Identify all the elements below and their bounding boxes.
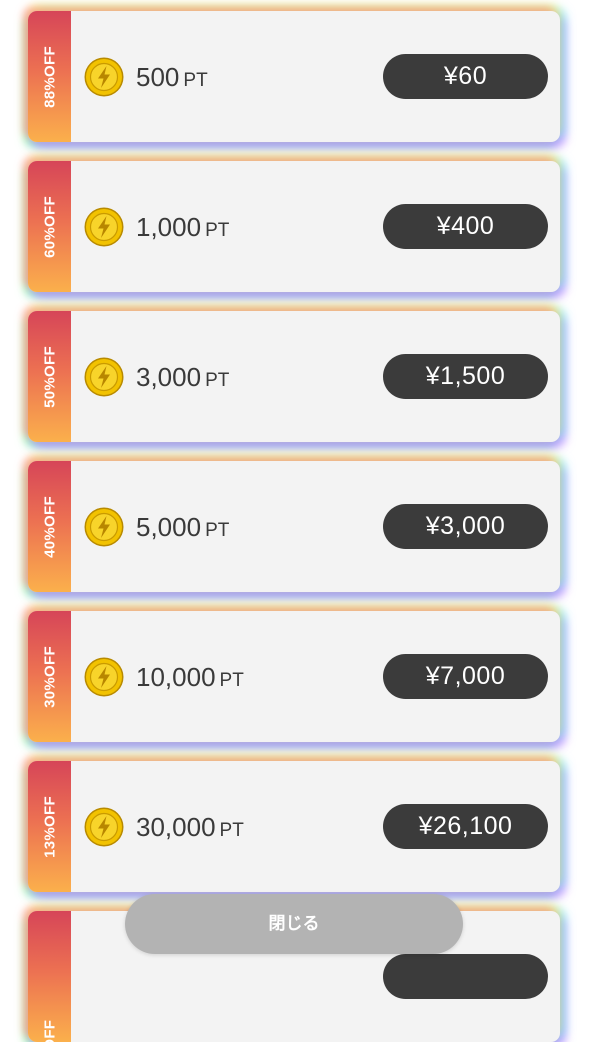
lightning-coin-icon: [84, 57, 124, 97]
lightning-coin-icon: [84, 357, 124, 397]
point-unit: PT: [205, 220, 230, 241]
point-value: 30,000: [136, 812, 216, 842]
point-unit: PT: [219, 820, 244, 841]
lightning-coin-icon: [84, 657, 124, 697]
discount-label: 40%OFF: [41, 495, 58, 558]
price-button[interactable]: ¥26,100: [383, 804, 548, 849]
point-amount: 30,000 PT: [136, 807, 244, 847]
point-unit: PT: [219, 670, 244, 691]
point-unit: PT: [205, 370, 230, 391]
lightning-coin-icon: [84, 807, 124, 847]
point-value: 500: [136, 62, 180, 92]
price-button[interactable]: ¥1,500: [383, 354, 548, 399]
point-value: 1,000: [136, 212, 202, 242]
close-button[interactable]: 閉じる: [125, 894, 463, 954]
point-unit: PT: [183, 70, 208, 91]
point-value: 3,000: [136, 362, 202, 392]
lightning-coin-icon: [84, 507, 124, 547]
price-button[interactable]: ¥400: [383, 204, 548, 249]
discount-label: 13%OFF: [41, 795, 58, 858]
discount-badge: 30%OFF: [28, 611, 71, 742]
point-package-card: 30%OFF 10,000 PT ¥7,000: [28, 611, 560, 742]
point-package-card: 50%OFF 3,000 PT ¥1,500: [28, 311, 560, 442]
price-button[interactable]: ¥7,000: [383, 654, 548, 699]
discount-badge: 40%OFF: [28, 461, 71, 592]
discount-label: 50%OFF: [41, 345, 58, 408]
point-package-card: 60%OFF 1,000 PT ¥400: [28, 161, 560, 292]
point-amount: 5,000 PT: [136, 507, 229, 547]
lightning-coin-icon: [84, 207, 124, 247]
price-button[interactable]: ¥3,000: [383, 504, 548, 549]
point-package-list: 88%OFF 500PT ¥60 60%OFF 1,000PT ¥400 5: [0, 0, 589, 1042]
point-package-card: 13%OFF 30,000 PT ¥26,100: [28, 761, 560, 892]
point-amount: 1,000 PT: [136, 207, 229, 247]
discount-badge: 60%OFF: [28, 161, 71, 292]
point-package-card: 40%OFF 5,000 PT ¥3,000: [28, 461, 560, 592]
discount-badge: 50%OFF: [28, 311, 71, 442]
point-value: 5,000: [136, 512, 202, 542]
point-value: 10,000: [136, 662, 216, 692]
discount-label: 60%OFF: [41, 195, 58, 258]
discount-badge: 13%OFF: [28, 761, 71, 892]
price-button[interactable]: [383, 954, 548, 999]
point-package-card: 88%OFF 500 PT ¥60: [28, 11, 560, 142]
discount-label: %OFF: [41, 1019, 58, 1042]
point-amount: 10,000 PT: [136, 657, 244, 697]
discount-badge: %OFF: [28, 911, 71, 1042]
discount-label: 30%OFF: [41, 645, 58, 708]
discount-badge: 88%OFF: [28, 11, 71, 142]
point-amount: 3,000 PT: [136, 357, 229, 397]
point-amount: 500 PT: [136, 57, 208, 97]
discount-label: 88%OFF: [41, 45, 58, 108]
point-unit: PT: [205, 520, 230, 541]
price-button[interactable]: ¥60: [383, 54, 548, 99]
